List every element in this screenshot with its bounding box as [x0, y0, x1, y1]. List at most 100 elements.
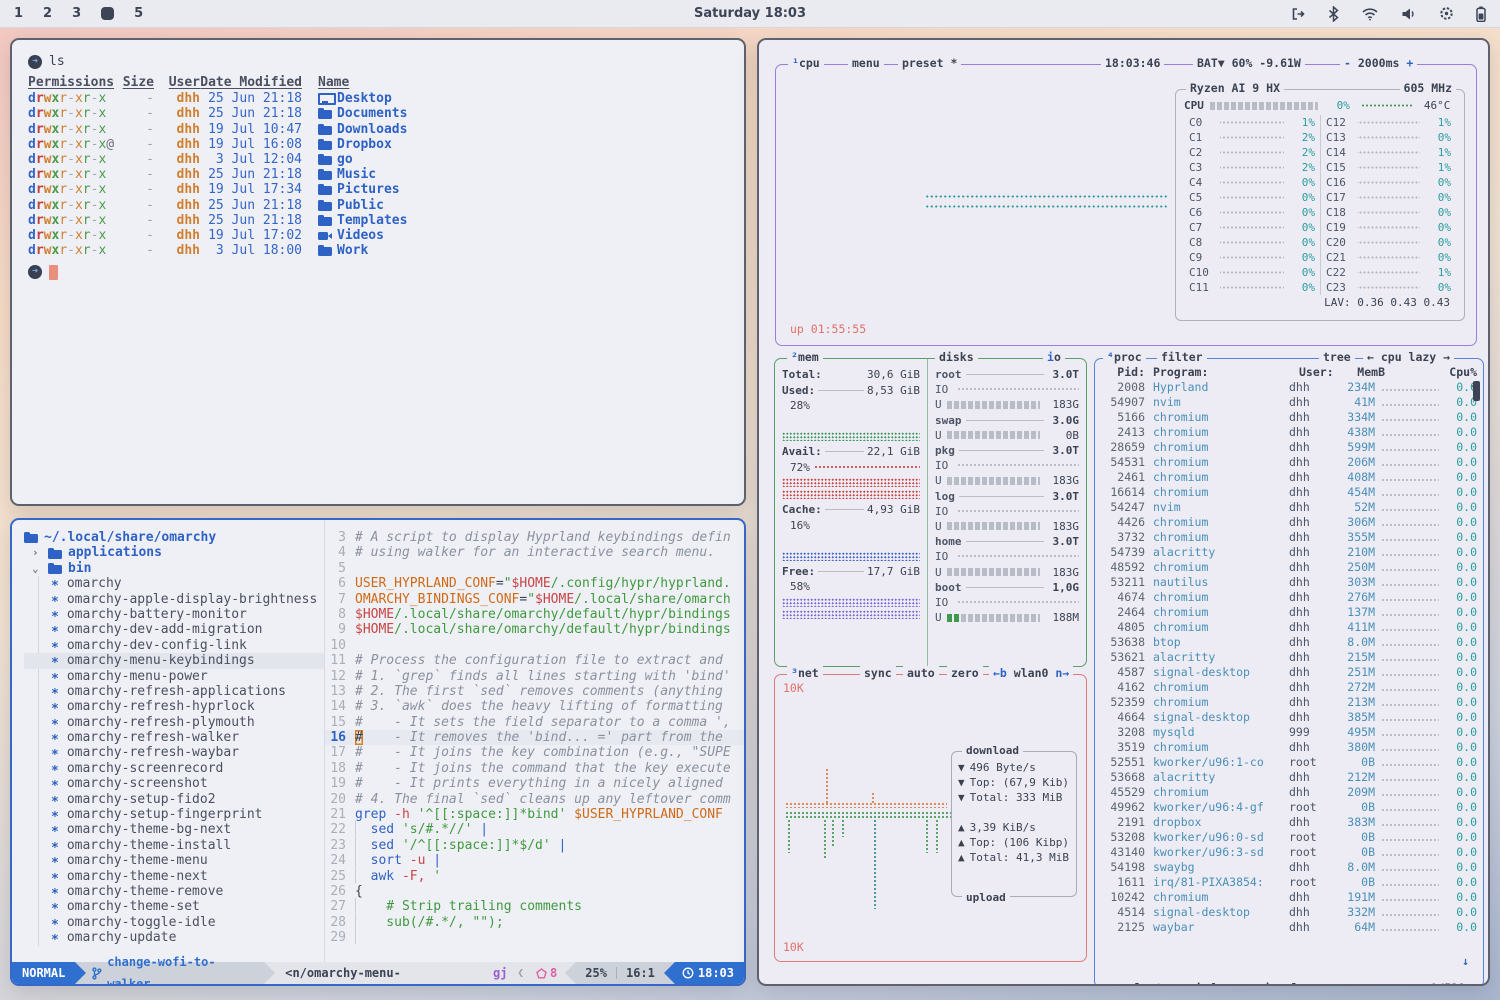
tree-item-omarchy-apple-display-brightness[interactable]: ∗omarchy-apple-display-brightness [51, 592, 324, 607]
proc-info-control[interactable]: info ↵ [1191, 981, 1241, 984]
tree-item-omarchy-menu-keybindings[interactable]: ∗omarchy-menu-keybindings [24, 653, 324, 668]
tree-item-omarchy-theme-remove[interactable]: ∗omarchy-theme-remove [51, 884, 324, 899]
process-row-kworker/u96:0-sd[interactable]: 53208kworker/u96:0-sdroot0B0.0 [1101, 830, 1477, 845]
tree-item-omarchy-setup-fido2[interactable]: ∗omarchy-setup-fido2 [51, 792, 324, 807]
wifi-icon[interactable] [1361, 7, 1379, 21]
process-row-chromium[interactable]: 4805chromiumdhh411M0.0 [1101, 620, 1477, 635]
col-program[interactable]: Program: [1145, 365, 1299, 380]
mem-tab[interactable]: ²mem [787, 350, 823, 365]
col-mem[interactable]: MemB [1343, 365, 1385, 380]
plugin-updates-badge[interactable]: 8 [528, 962, 565, 984]
process-row-kworker/u96:3-sd[interactable]: 43140kworker/u96:3-sdroot0B0.0 [1101, 845, 1477, 860]
tree-item-omarchy-update[interactable]: ∗omarchy-update [51, 930, 324, 945]
scroll-down-arrow[interactable]: ↓ [1462, 954, 1469, 969]
process-row-chromium[interactable]: 28659chromiumdhh599M0.0 [1101, 440, 1477, 455]
process-row-irq/81-PIXA3854:[interactable]: 1611irq/81-PIXA3854:root0B0.0 [1101, 875, 1477, 890]
disks-tab[interactable]: disks [935, 350, 978, 365]
bluetooth-icon[interactable] [1328, 6, 1339, 22]
process-row-waybar[interactable]: 2125waybardhh64M0.0 [1101, 920, 1477, 935]
tree-item-omarchy-screenrecord[interactable]: ∗omarchy-screenrecord [51, 761, 324, 776]
proc-sort-switcher[interactable]: ← cpu lazy → [1363, 350, 1454, 365]
tree-item-omarchy-dev-config-link[interactable]: ∗omarchy-dev-config-link [51, 638, 324, 653]
process-row-kworker/u96:4-gf[interactable]: 49962kworker/u96:4-gfroot0B0.0 [1101, 800, 1477, 815]
process-row-btop[interactable]: 53638btopdhh8.0M0.0 [1101, 635, 1477, 650]
tree-item-omarchy-refresh-walker[interactable]: ∗omarchy-refresh-walker [51, 730, 324, 745]
process-row-chromium[interactable]: 2461chromiumdhh408M0.0 [1101, 470, 1477, 485]
process-row-mysqld[interactable]: 3208mysqld999495M0.0 [1101, 725, 1477, 740]
tree-dir-bin[interactable]: ⌄ bin [24, 561, 324, 576]
volume-icon[interactable] [1401, 7, 1417, 21]
tree-item-omarchy-refresh-applications[interactable]: ∗omarchy-refresh-applications [51, 684, 324, 699]
tree-item-omarchy-screenshot[interactable]: ∗omarchy-screenshot [51, 776, 324, 791]
tree-item-omarchy-menu-power[interactable]: ∗omarchy-menu-power [51, 669, 324, 684]
process-row-chromium[interactable]: 3732chromiumdhh355M0.0 [1101, 530, 1477, 545]
process-row-chromium[interactable]: 52359chromiumdhh213M0.0 [1101, 695, 1477, 710]
process-row-chromium[interactable]: 5166chromiumdhh334M0.0 [1101, 410, 1477, 425]
file-tree[interactable]: ~/.local/share/omarchy › applications ⌄ … [12, 520, 324, 962]
io-tab[interactable]: io [1043, 350, 1065, 365]
process-row-nvim[interactable]: 54247nvimdhh52M0.0 [1101, 500, 1477, 515]
tree-item-omarchy-refresh-waybar[interactable]: ∗omarchy-refresh-waybar [51, 745, 324, 760]
tree-item-omarchy-setup-fingerprint[interactable]: ∗omarchy-setup-fingerprint [51, 807, 324, 822]
proc-filter-button[interactable]: filter [1157, 350, 1207, 365]
process-row-chromium[interactable]: 2464chromiumdhh137M0.0 [1101, 605, 1477, 620]
refresh-rate-control[interactable]: - 2000ms + [1340, 56, 1417, 71]
process-row-signal-desktop[interactable]: 4587signal-desktopdhh251M0.0 [1101, 665, 1477, 680]
net-zero-button[interactable]: zero [947, 666, 983, 681]
tree-root[interactable]: ~/.local/share/omarchy [24, 530, 324, 545]
process-row-alacritty[interactable]: 53621alacrittydhh215M0.0 [1101, 650, 1477, 665]
process-row-chromium[interactable]: 4162chromiumdhh272M0.0 [1101, 680, 1477, 695]
battery-icon[interactable] [1476, 6, 1486, 22]
process-row-chromium[interactable]: 10242chromiumdhh191M0.0 [1101, 890, 1477, 905]
preset-button[interactable]: preset * [898, 56, 961, 71]
proc-select-control[interactable]: ↑ ↑ select ↓select ↓ [1103, 981, 1180, 984]
tree-item-omarchy-theme-set[interactable]: ∗omarchy-theme-set [51, 899, 324, 914]
cpu-tab[interactable]: ¹cpu [788, 56, 824, 71]
terminal-output[interactable]: ➜ ls Permissions Size User Date Modified… [12, 40, 744, 299]
col-user[interactable]: User: [1299, 365, 1343, 380]
process-row-nvim[interactable]: 54907nvimdhh41M0.0 [1101, 395, 1477, 410]
tree-dir-applications[interactable]: › applications [24, 545, 324, 560]
process-row-kworker/u96:1-co[interactable]: 52551kworker/u96:1-coroot0B0.0 [1101, 755, 1477, 770]
tree-item-omarchy-theme-menu[interactable]: ∗omarchy-theme-menu [51, 853, 324, 868]
proc-tab[interactable]: ⁴proc [1103, 350, 1146, 365]
tree-item-omarchy-theme-bg-next[interactable]: ∗omarchy-theme-bg-next [51, 822, 324, 837]
process-row-chromium[interactable]: 4426chromiumdhh306M0.0 [1101, 515, 1477, 530]
git-branch-segment[interactable]: change-wofi-to-walker [86, 962, 264, 984]
tree-item-omarchy-refresh-hyprlock[interactable]: ∗omarchy-refresh-hyprlock [51, 699, 324, 714]
tree-item-omarchy[interactable]: ∗omarchy [51, 576, 324, 591]
menu-button[interactable]: menu [848, 56, 884, 71]
code-editor[interactable]: 3# A script to display Hyprland keybindi… [324, 520, 744, 962]
process-row-nautilus[interactable]: 53211nautilusdhh303M0.0 [1101, 575, 1477, 590]
process-row-signal-desktop[interactable]: 4664signal-desktopdhh385M0.0 [1101, 710, 1477, 725]
logout-icon[interactable] [1290, 6, 1306, 22]
col-cpu[interactable]: Cpu% ↑ [1443, 365, 1477, 380]
proc-signals-control[interactable]: signals [1253, 981, 1309, 984]
tree-item-omarchy-battery-monitor[interactable]: ∗omarchy-battery-monitor [51, 607, 324, 622]
net-auto-button[interactable]: auto [903, 666, 939, 681]
proc-tree-button[interactable]: tree [1319, 350, 1355, 365]
net-sync-button[interactable]: sync [860, 666, 896, 681]
net-interface-switcher[interactable]: ←b wlan0 n→ [989, 666, 1073, 681]
process-row-Hyprland[interactable]: 2008Hyprlanddhh234M0.0 [1101, 380, 1477, 395]
process-row-alacritty[interactable]: 54739alacrittydhh210M0.0 [1101, 545, 1477, 560]
process-row-signal-desktop[interactable]: 4514signal-desktopdhh332M0.0 [1101, 905, 1477, 920]
tree-item-omarchy-refresh-plymouth[interactable]: ∗omarchy-refresh-plymouth [51, 715, 324, 730]
tree-item-omarchy-toggle-idle[interactable]: ∗omarchy-toggle-idle [51, 915, 324, 930]
process-row-alacritty[interactable]: 53668alacrittydhh212M0.0 [1101, 770, 1477, 785]
settings-gear-icon[interactable] [1439, 6, 1454, 21]
process-row-chromium[interactable]: 45529chromiumdhh209M0.0 [1101, 785, 1477, 800]
tree-item-omarchy-theme-next[interactable]: ∗omarchy-theme-next [51, 869, 324, 884]
tree-item-omarchy-theme-install[interactable]: ∗omarchy-theme-install [51, 838, 324, 853]
net-tab[interactable]: ³net [787, 666, 823, 681]
tree-item-omarchy-dev-add-migration[interactable]: ∗omarchy-dev-add-migration [51, 622, 324, 637]
process-row-chromium[interactable]: 4674chromiumdhh276M0.0 [1101, 590, 1477, 605]
process-row-chromium[interactable]: 54531chromiumdhh206M0.0 [1101, 455, 1477, 470]
proc-scrollbar[interactable] [1473, 381, 1480, 401]
process-row-chromium[interactable]: 16614chromiumdhh454M0.0 [1101, 485, 1477, 500]
process-row-swaybg[interactable]: 54198swaybgdhh8.0M0.0 [1101, 860, 1477, 875]
process-row-chromium[interactable]: 48592chromiumdhh250M0.0 [1101, 560, 1477, 575]
col-pid[interactable]: Pid: [1101, 365, 1145, 380]
process-row-chromium[interactable]: 3519chromiumdhh380M0.0 [1101, 740, 1477, 755]
process-row-dropbox[interactable]: 2191dropboxdhh383M0.0 [1101, 815, 1477, 830]
